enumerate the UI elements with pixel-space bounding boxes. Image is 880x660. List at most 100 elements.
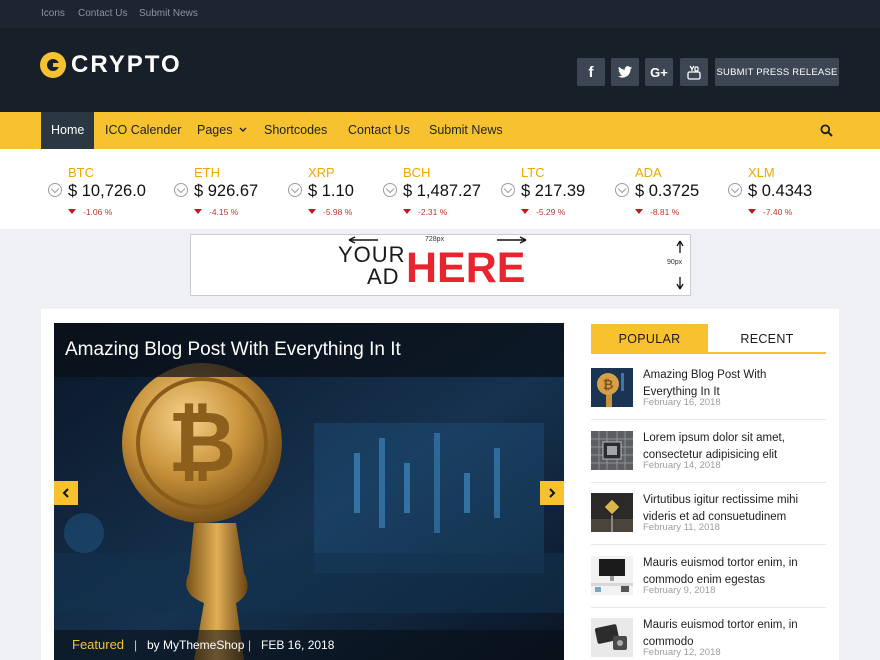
- chevron-down-circle-icon[interactable]: [728, 183, 742, 197]
- post-thumbnail[interactable]: ₿: [591, 368, 633, 407]
- nav-ico-calender[interactable]: ICO Calender: [105, 112, 181, 149]
- twitter-button[interactable]: [611, 58, 639, 86]
- featured-slider[interactable]: ₿ Amazing Blog Post With Everything In I…: [54, 323, 564, 660]
- price-ticker: BTC $ 10,726.0 -1.06 % ETH $ 926.67 -4.1…: [0, 149, 880, 229]
- meta-separator: |: [248, 638, 252, 652]
- sidebar-post[interactable]: Mauris euismod tortor enim, in commodo F…: [591, 618, 826, 660]
- slide-meta: Featured | by MyThemeShop | FEB 16, 2018: [54, 630, 564, 660]
- slide-date: FEB 16, 2018: [261, 638, 335, 652]
- chevron-down-circle-icon[interactable]: [383, 183, 397, 197]
- coin-change: -5.29 %: [521, 207, 565, 217]
- coin-price: $ 10,726.0: [68, 182, 146, 200]
- sidebar-post[interactable]: ₿ Amazing Blog Post With Everything In I…: [591, 368, 826, 430]
- down-triangle-icon: [635, 209, 643, 214]
- divider: [591, 544, 826, 545]
- nav-pages-label: Pages: [197, 123, 233, 137]
- coin-change: -4.15 %: [194, 207, 238, 217]
- chevron-down-circle-icon[interactable]: [615, 183, 629, 197]
- coin-symbol: XLM: [748, 165, 775, 180]
- post-title[interactable]: Lorem ipsum dolor sit amet, consectetur …: [643, 430, 823, 463]
- slider-prev-button[interactable]: [54, 481, 78, 505]
- ad-text-your: YOUR: [338, 242, 406, 267]
- twitter-icon: [618, 66, 632, 78]
- coin-symbol: ADA: [635, 165, 662, 180]
- tab-recent[interactable]: RECENT: [708, 324, 826, 354]
- coin-change: -5.98 %: [308, 207, 352, 217]
- top-link-submit-news[interactable]: Submit News: [139, 8, 198, 19]
- post-title[interactable]: Mauris euismod tortor enim, in commodo: [643, 617, 823, 650]
- slider-next-button[interactable]: [540, 481, 564, 505]
- coin-change-value: -4.15 %: [209, 207, 239, 217]
- site-header: CRYPTO f G+ SUBMIT PRESS RELEASE: [0, 28, 880, 112]
- tab-popular[interactable]: POPULAR: [591, 324, 708, 354]
- main-nav: Home ICO Calender Pages Shortcodes Conta…: [0, 112, 880, 149]
- post-title[interactable]: Amazing Blog Post With Everything In It: [643, 367, 823, 400]
- post-thumbnail[interactable]: [591, 431, 633, 470]
- ad-height-label: 90px: [667, 259, 683, 266]
- chevron-down-circle-icon[interactable]: [174, 183, 188, 197]
- coin-symbol: LTC: [521, 165, 545, 180]
- post-date: February 11, 2018: [643, 522, 720, 533]
- site-logo[interactable]: CRYPTO: [40, 51, 182, 79]
- post-date: February 14, 2018: [643, 460, 721, 471]
- top-link-contact[interactable]: Contact Us: [78, 8, 127, 19]
- post-title[interactable]: Virtutibus igitur rectissime mihi videri…: [643, 492, 823, 525]
- chevron-down-icon: [239, 127, 247, 132]
- meta-separator: |: [134, 638, 138, 652]
- sidebar-tabs: POPULAR RECENT: [591, 324, 826, 354]
- chevron-down-circle-icon[interactable]: [501, 183, 515, 197]
- divider: [591, 482, 826, 483]
- logo-text: CRYPTO: [71, 51, 182, 78]
- post-date: February 9, 2018: [643, 585, 716, 596]
- post-thumbnail[interactable]: [591, 618, 633, 657]
- coin-change-value: -2.31 %: [418, 207, 448, 217]
- chevron-down-circle-icon[interactable]: [288, 183, 302, 197]
- coin-change: -2.31 %: [403, 207, 447, 217]
- nav-shortcodes[interactable]: Shortcodes: [264, 112, 327, 149]
- nav-submit-news[interactable]: Submit News: [429, 112, 503, 149]
- nav-pages[interactable]: Pages: [197, 112, 247, 149]
- content-area: ₿ Amazing Blog Post With Everything In I…: [41, 309, 839, 660]
- down-triangle-icon: [521, 209, 529, 214]
- top-link-icons[interactable]: Icons: [41, 8, 65, 19]
- coin-price: $ 0.4343: [748, 182, 813, 200]
- post-thumbnail[interactable]: [591, 493, 633, 532]
- down-triangle-icon: [194, 209, 202, 214]
- ad-banner[interactable]: 728px 90px YOUR AD HERE: [190, 234, 691, 296]
- sidebar-post[interactable]: Mauris euismod tortor enim, in commodo e…: [591, 556, 826, 618]
- nav-contact-us[interactable]: Contact Us: [348, 112, 410, 149]
- nav-home[interactable]: Home: [41, 112, 95, 149]
- down-triangle-icon: [403, 209, 411, 214]
- sidebar-post[interactable]: Virtutibus igitur rectissime mihi videri…: [591, 493, 826, 555]
- chevron-down-circle-icon[interactable]: [48, 183, 62, 197]
- coin-change: -7.40 %: [748, 207, 792, 217]
- slide-category[interactable]: Featured: [72, 630, 124, 660]
- facebook-button[interactable]: f: [577, 58, 605, 86]
- post-thumbnail[interactable]: [591, 556, 633, 595]
- ad-text-here: HERE: [406, 244, 526, 292]
- svg-text:₿: ₿: [168, 395, 236, 489]
- submit-press-release-button[interactable]: SUBMIT PRESS RELEASE: [715, 58, 839, 86]
- google-plus-icon: G+: [650, 64, 668, 80]
- google-plus-button[interactable]: G+: [645, 58, 673, 86]
- facebook-icon: f: [588, 63, 594, 81]
- coin-symbol: BTC: [68, 165, 94, 180]
- coin-change: -1.06 %: [68, 207, 112, 217]
- coin-price: $ 217.39: [521, 182, 586, 200]
- coin-price: $ 926.67: [194, 182, 259, 200]
- sidebar-post[interactable]: Lorem ipsum dolor sit amet, consectetur …: [591, 431, 826, 493]
- coin-change-value: -7.40 %: [763, 207, 793, 217]
- search-icon[interactable]: [820, 124, 833, 137]
- svg-text:₿: ₿: [603, 377, 614, 392]
- slide-title[interactable]: Amazing Blog Post With Everything In It: [54, 323, 564, 377]
- coin-symbol: XRP: [308, 165, 335, 180]
- chevron-right-icon: [549, 488, 556, 498]
- chevron-left-icon: [62, 488, 69, 498]
- coin-price: $ 0.3725: [635, 182, 700, 200]
- ad-width-label: 728px: [425, 236, 445, 243]
- slide-author[interactable]: by MyThemeShop: [147, 630, 244, 660]
- coin-symbol: ETH: [194, 165, 220, 180]
- youtube-button[interactable]: [680, 58, 708, 86]
- down-triangle-icon: [748, 209, 756, 214]
- post-title[interactable]: Mauris euismod tortor enim, in commodo e…: [643, 555, 823, 588]
